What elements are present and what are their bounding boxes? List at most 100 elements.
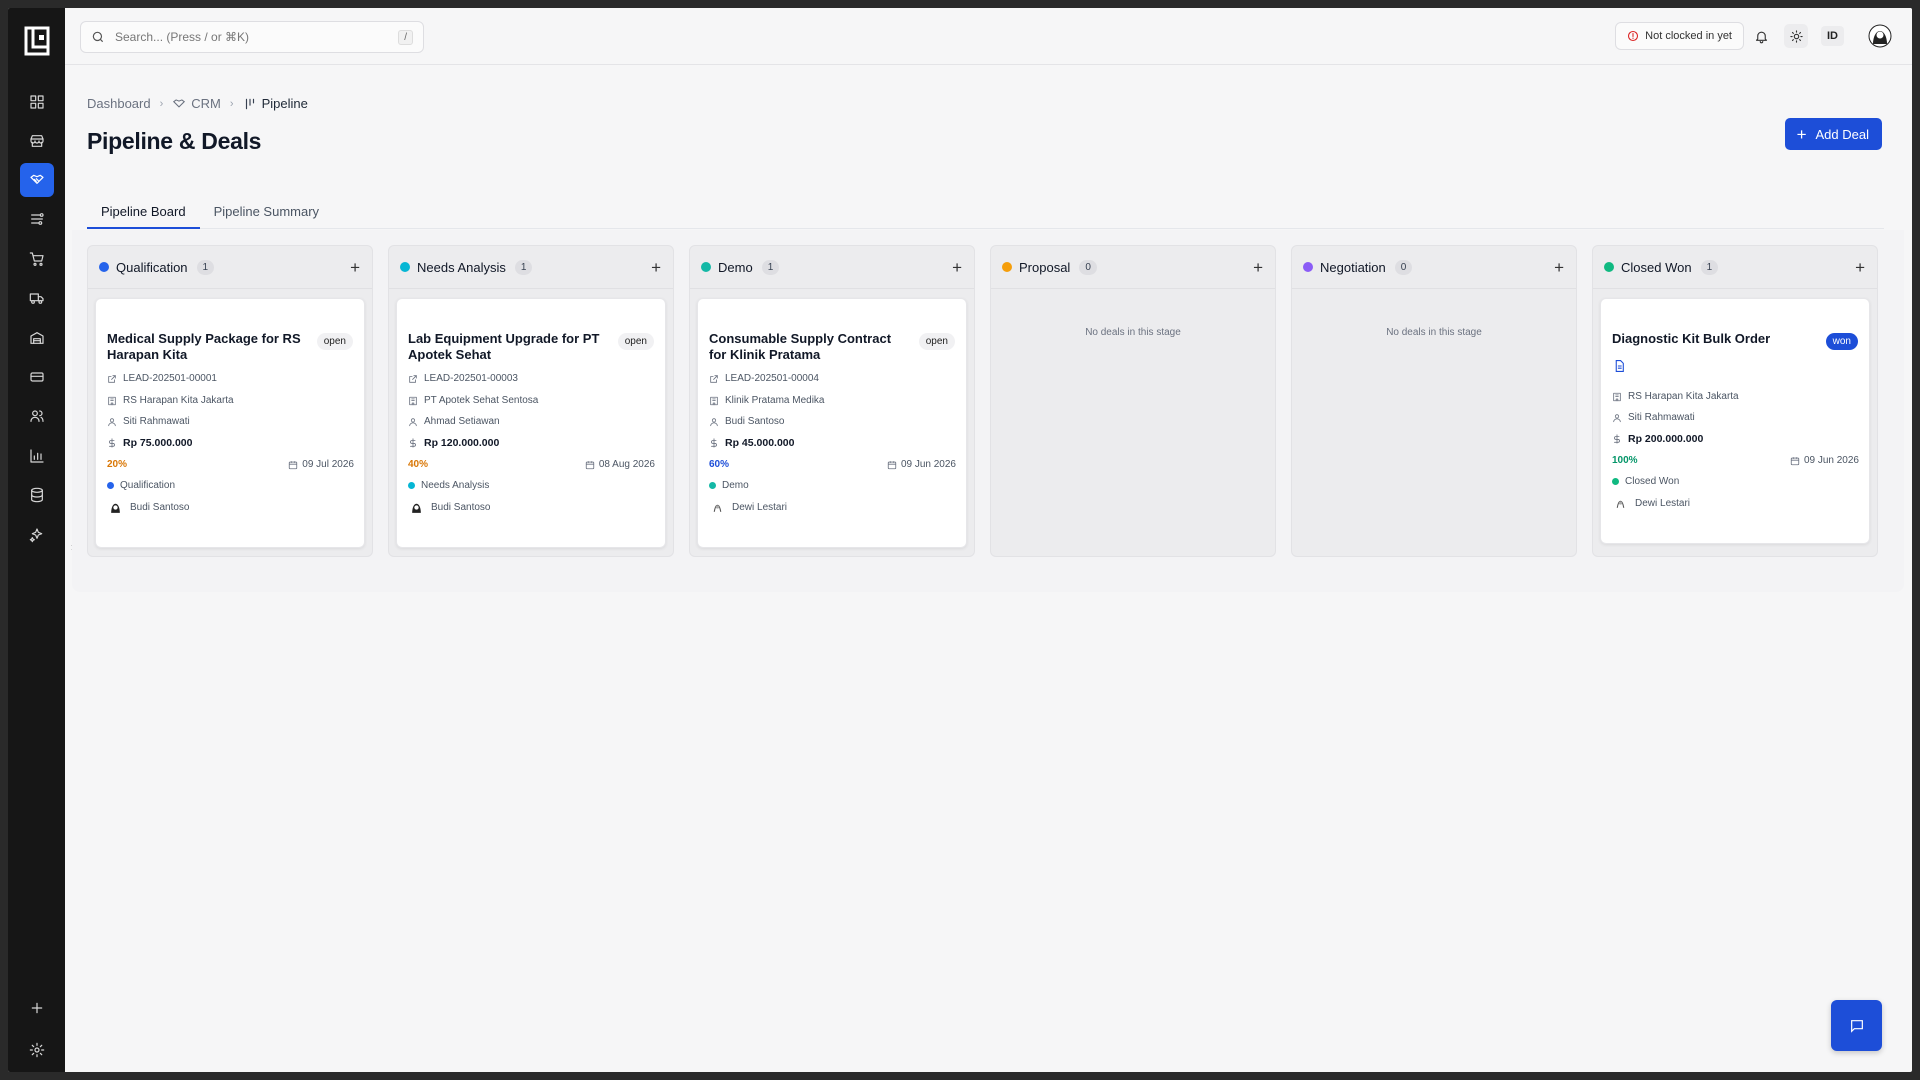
stage-dot xyxy=(1612,478,1619,485)
deal-value-text: Rp 75.000.000 xyxy=(123,437,193,449)
column-title: Needs Analysis xyxy=(417,259,506,275)
tabs: Pipeline Board Pipeline Summary xyxy=(87,202,1884,229)
column-count: 1 xyxy=(514,259,533,275)
alert-circle-icon xyxy=(1628,30,1639,42)
empty-state: No deals in this stage xyxy=(1386,327,1482,338)
calendar-icon xyxy=(1790,456,1800,465)
add-deal-to-stage-button[interactable]: + xyxy=(1554,259,1564,276)
language-switch[interactable]: ID xyxy=(1821,26,1844,46)
chat-button[interactable] xyxy=(1831,1000,1882,1051)
probability: 60% xyxy=(709,459,730,470)
stage-tag: Qualification xyxy=(107,480,175,491)
ai-sparkle-icon[interactable] xyxy=(20,518,54,552)
column-count: 1 xyxy=(196,259,215,275)
search-icon xyxy=(92,31,104,43)
stage-tag: Needs Analysis xyxy=(408,480,489,491)
add-deal-button[interactable]: + Add Deal xyxy=(1784,118,1882,150)
message-icon xyxy=(1850,1019,1863,1033)
pipeline-icon[interactable] xyxy=(20,202,54,236)
stage-color-dot xyxy=(1303,262,1313,272)
chevron-right-icon: › xyxy=(229,97,234,110)
dollar-icon xyxy=(711,438,717,448)
status-badge: open xyxy=(918,333,955,350)
close-date-text: 09 Jun 2026 xyxy=(900,459,956,470)
link-icon xyxy=(108,374,116,383)
clock-status-button[interactable]: Not clocked in yet xyxy=(1615,22,1744,50)
column-proposal: Proposal 0 + No deals in this stage xyxy=(990,245,1276,557)
stage-color-dot xyxy=(99,262,109,272)
dollar-icon xyxy=(1614,434,1620,444)
user-avatar[interactable] xyxy=(1868,24,1892,48)
clock-status-label: Not clocked in yet xyxy=(1645,30,1732,42)
app-window: › Search... (Press / or ⌘K) / Not clocke… xyxy=(8,8,1912,1072)
stage-tag-text: Demo xyxy=(722,480,749,491)
tab-pipeline-board[interactable]: Pipeline Board xyxy=(87,202,200,229)
crm-handshake-icon[interactable] xyxy=(20,163,54,197)
bell-icon[interactable] xyxy=(1751,26,1771,46)
deal-value: Rp 45.000.000 xyxy=(709,437,794,449)
user-icon xyxy=(1613,413,1621,422)
users-icon[interactable] xyxy=(20,399,54,433)
company-text: RS Harapan Kita Jakarta xyxy=(1628,391,1739,402)
deal-card[interactable]: Medical Supply Package for RS Harapan Ki… xyxy=(95,298,365,548)
plus-icon[interactable] xyxy=(20,991,54,1025)
breadcrumb-crm[interactable]: CRM xyxy=(191,96,221,111)
stage-dot xyxy=(709,482,716,489)
calendar-icon xyxy=(289,460,298,469)
settings-icon[interactable] xyxy=(20,1033,54,1067)
column-count: 0 xyxy=(1394,259,1413,275)
column-header: Qualification 1 + xyxy=(88,246,372,289)
probability: 20% xyxy=(107,459,128,470)
add-deal-to-stage-button[interactable]: + xyxy=(952,259,962,276)
database-icon[interactable] xyxy=(20,478,54,512)
lead-id-text: LEAD-202501-00003 xyxy=(424,373,518,384)
deal-title: Medical Supply Package for RS Harapan Ki… xyxy=(107,331,301,362)
warehouse-icon[interactable] xyxy=(20,321,54,355)
breadcrumb-dashboard[interactable]: Dashboard xyxy=(87,96,151,111)
deal-value: Rp 120.000.000 xyxy=(408,437,499,449)
deal-card[interactable]: Diagnostic Kit Bulk Order won RS Harapan… xyxy=(1600,298,1870,544)
owner-name: Budi Santoso xyxy=(431,502,491,513)
company: PT Apotek Sehat Sentosa xyxy=(408,395,538,406)
add-deal-to-stage-button[interactable]: + xyxy=(1253,259,1263,276)
document-icon[interactable] xyxy=(1613,359,1626,373)
add-deal-to-stage-button[interactable]: + xyxy=(1855,259,1865,276)
card-icon[interactable] xyxy=(20,360,54,394)
deal-title: Diagnostic Kit Bulk Order xyxy=(1612,331,1771,346)
probability: 40% xyxy=(408,459,429,470)
user-icon xyxy=(108,417,116,426)
add-deal-to-stage-button[interactable]: + xyxy=(651,259,661,276)
stage-tag: Demo xyxy=(709,480,749,491)
lead-id: LEAD-202501-00003 xyxy=(408,373,518,384)
deal-value-text: Rp 45.000.000 xyxy=(725,437,795,449)
column-title: Qualification xyxy=(116,259,188,275)
add-deal-to-stage-button[interactable]: + xyxy=(350,259,360,276)
stage-color-dot xyxy=(1604,262,1614,272)
truck-icon[interactable] xyxy=(20,281,54,315)
column-header: Needs Analysis 1 + xyxy=(389,246,673,289)
deal-card[interactable]: Consumable Supply Contract for Klinik Pr… xyxy=(697,298,967,548)
contact: Siti Rahmawati xyxy=(107,416,190,427)
deal-card[interactable]: Lab Equipment Upgrade for PT Apotek Seha… xyxy=(396,298,666,548)
status-badge: won xyxy=(1825,333,1858,350)
store-icon[interactable] xyxy=(20,124,54,158)
column-count: 1 xyxy=(761,259,780,275)
stage-color-dot xyxy=(701,262,711,272)
dashboard-icon[interactable] xyxy=(20,85,54,119)
calendar-icon xyxy=(887,460,897,469)
sidebar xyxy=(8,8,65,1072)
chart-icon[interactable] xyxy=(20,439,54,473)
stage-color-dot xyxy=(1002,262,1012,272)
cart-icon[interactable] xyxy=(20,242,54,276)
column-title: Closed Won xyxy=(1621,259,1692,275)
column-demo: Demo 1 + Consumable Supply Contract for … xyxy=(689,245,975,557)
add-deal-label: Add Deal xyxy=(1815,126,1869,142)
tab-pipeline-summary[interactable]: Pipeline Summary xyxy=(200,202,334,229)
contact-text: Budi Santoso xyxy=(725,416,785,427)
empty-state: No deals in this stage xyxy=(1085,327,1181,338)
sun-icon[interactable] xyxy=(1784,24,1808,48)
status-badge: open xyxy=(316,333,353,350)
app-logo[interactable] xyxy=(24,26,50,56)
search-input[interactable]: Search... (Press / or ⌘K) / xyxy=(80,21,424,53)
column-title: Demo xyxy=(718,259,753,275)
